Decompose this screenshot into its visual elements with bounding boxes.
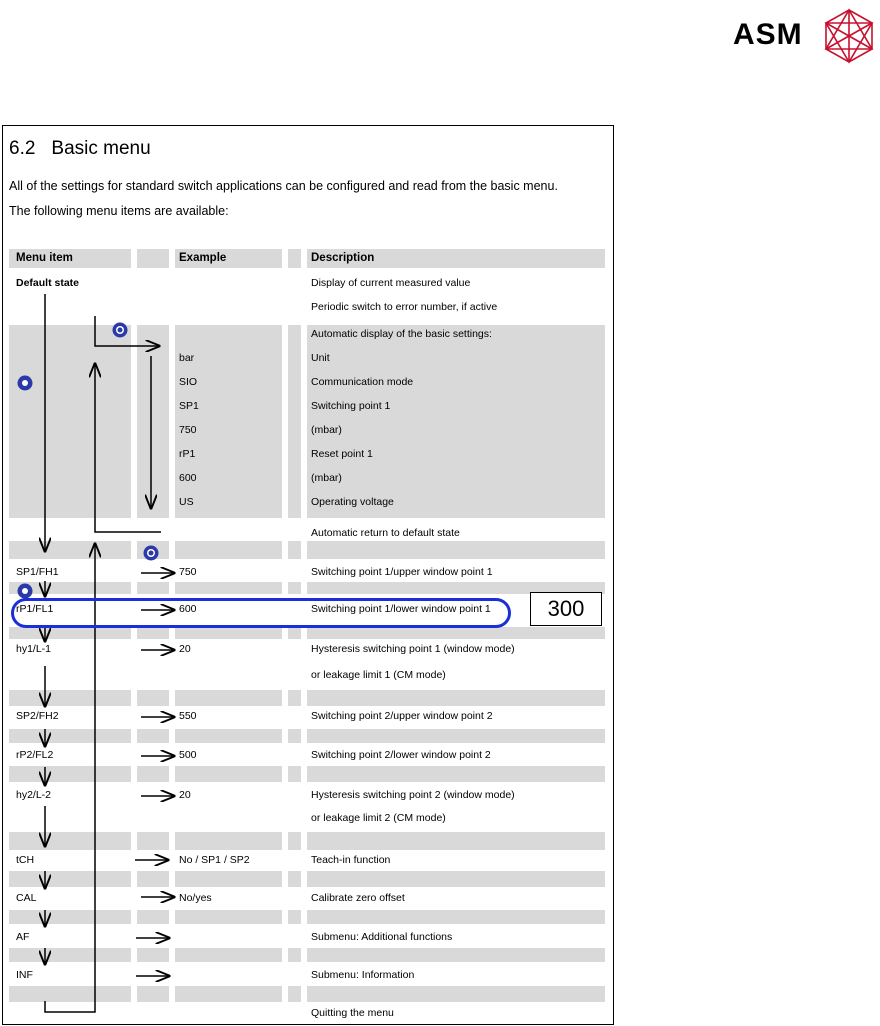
- highlight-callout: [11, 598, 511, 628]
- menu-item-example: 550: [179, 710, 197, 722]
- auto-display-desc: Operating voltage: [311, 496, 394, 508]
- annotation-value-box: 300: [530, 592, 602, 626]
- brand-logo-text: ASM: [733, 18, 803, 51]
- menu-item-example: 20: [179, 643, 191, 655]
- menu-table-graphic: [9, 249, 605, 1024]
- menu-item-desc: Hysteresis switching point 2 (window mod…: [311, 789, 515, 801]
- default-state-label: Default state: [16, 277, 80, 289]
- auto-display-example: bar: [179, 352, 195, 364]
- menu-item-desc: Calibrate zero offset: [311, 892, 405, 904]
- col-header-example: Example: [179, 252, 227, 264]
- menu-item-example: 20: [179, 789, 191, 801]
- auto-display-desc: Unit: [311, 352, 330, 364]
- menu-item-name: SP1/FH1: [16, 566, 59, 578]
- menu-item-desc: Teach-in function: [311, 854, 391, 866]
- auto-return-text: Automatic return to default state: [311, 527, 460, 539]
- menu-item-desc: Switching point 1/upper window point 1: [311, 566, 493, 578]
- menu-item-name: SP2/FH2: [16, 710, 59, 722]
- auto-display-desc: (mbar): [311, 472, 342, 484]
- auto-display-example: 600: [179, 472, 197, 484]
- auto-display-title: Automatic display of the basic settings:: [311, 328, 492, 340]
- quit-menu-text: Quitting the menu: [311, 1007, 394, 1019]
- auto-display-desc: Reset point 1: [311, 448, 373, 460]
- menu-item-desc: Switching point 2/upper window point 2: [311, 710, 493, 722]
- menu-item-name: hy1/L-1: [16, 643, 52, 655]
- auto-display-example: 750: [179, 424, 197, 436]
- menu-item-desc: Switching point 2/lower window point 2: [311, 749, 491, 761]
- brand-logo-icon: [824, 8, 874, 64]
- menu-item-desc: or leakage limit 2 (CM mode): [311, 812, 446, 824]
- menu-item-example: 500: [179, 749, 197, 761]
- menu-item-desc: Hysteresis switching point 1 (window mod…: [311, 643, 515, 655]
- rotary-knob-icon: [112, 322, 128, 338]
- menu-item-name: rP2/FL2: [16, 749, 54, 761]
- default-state-desc: Periodic switch to error number, if acti…: [311, 301, 498, 313]
- col-header-menu-item: Menu item: [16, 252, 73, 264]
- menu-item-example: 750: [179, 566, 197, 578]
- menu-item-example: No / SP1 / SP2: [179, 854, 250, 866]
- auto-display-example: US: [179, 496, 194, 508]
- menu-item-example: No/yes: [179, 892, 212, 904]
- menu-item-name: hy2/L-2: [16, 789, 52, 801]
- menu-item-desc: Submenu: Additional functions: [311, 931, 453, 943]
- auto-display-example: SP1: [179, 400, 199, 412]
- menu-item-name: AF: [16, 931, 30, 943]
- default-state-desc: Display of current measured value: [311, 277, 471, 289]
- menu-item-name: CAL: [16, 892, 37, 904]
- menu-item-name: INF: [16, 969, 33, 981]
- auto-display-desc: Communication mode: [311, 376, 414, 388]
- auto-display-example: SIO: [179, 376, 198, 388]
- auto-display-desc: (mbar): [311, 424, 342, 436]
- auto-display-desc: Switching point 1: [311, 400, 391, 412]
- push-button-icon: [17, 375, 33, 391]
- rotary-knob-icon: [143, 545, 159, 561]
- menu-item-desc: or leakage limit 1 (CM mode): [311, 669, 446, 681]
- col-header-description: Description: [311, 252, 375, 264]
- menu-item-desc: Submenu: Information: [311, 969, 415, 981]
- document-frame: 6.2 Basic menu All of the settings for st…: [2, 125, 614, 1025]
- auto-display-example: rP1: [179, 448, 196, 460]
- menu-item-name: tCH: [16, 854, 35, 866]
